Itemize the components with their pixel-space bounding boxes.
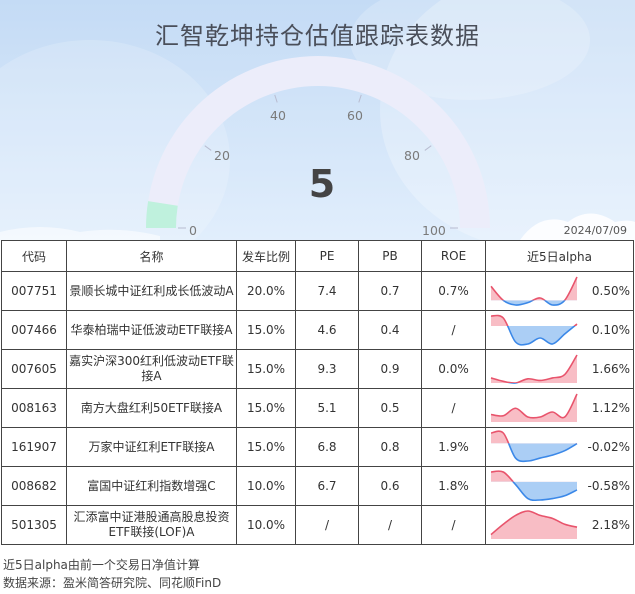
cell-name: 富国中证红利指数增强C: [66, 466, 237, 506]
column-header-roe: ROE: [421, 240, 486, 272]
table-header-row: 代码 名称 发车比例 PE PB ROE 近5日alpha: [1, 240, 634, 272]
cell-name: 嘉实沪深300红利低波动ETF联接A: [66, 349, 237, 389]
gauge-value: 5: [308, 162, 336, 206]
cell-pe: 9.3: [295, 349, 359, 389]
cell-pb: 0.8: [358, 427, 422, 467]
table-row: 501305 汇添富中证港股通高股息投资ETF联接(LOF)A 10.0% / //2.…: [1, 505, 634, 545]
gauge-tick-80: 80: [404, 148, 420, 163]
cell-code: 161907: [1, 427, 67, 467]
cell-ratio: 20.0%: [236, 271, 296, 311]
alpha-sparkline: [490, 470, 578, 502]
cell-alpha: 0.10%: [485, 310, 634, 350]
column-header-code: 代码: [1, 240, 67, 272]
column-header-ratio: 发车比例: [236, 240, 296, 272]
cell-name: 南方大盘红利50ETF联接A: [66, 388, 237, 428]
table-row: 007751 景顺长城中证红利成长低波动A 20.0% 7.4 0.7 0.7% 0.50%: [1, 271, 634, 311]
column-header-pb: PB: [358, 240, 422, 272]
holdings-table: 代码 名称 发车比例 PE PB ROE 近5日alpha 007751 景顺长城…: [1, 240, 634, 545]
cell-name: 汇添富中证港股通高股息投资ETF联接(LOF)A: [66, 505, 237, 545]
column-header-pe: PE: [295, 240, 359, 272]
alpha-value: 1.12%: [591, 401, 630, 415]
cell-code: 008163: [1, 388, 67, 428]
gauge-fill: [146, 201, 178, 228]
cell-alpha: 1.66%: [485, 349, 634, 389]
alpha-value: 1.66%: [591, 362, 630, 376]
alpha-sparkline: [490, 430, 578, 463]
cell-roe: 1.9%: [421, 427, 486, 467]
cell-ratio: 10.0%: [236, 466, 296, 506]
cell-code: 008682: [1, 466, 67, 506]
alpha-value: -0.02%: [587, 440, 630, 454]
cell-name: 华泰柏瑞中证低波动ETF联接A: [66, 310, 237, 350]
table-row: 008682 富国中证红利指数增强C 10.0% 6.7 0.6 1.8% -0.58%: [1, 466, 634, 506]
cell-roe: /: [421, 505, 486, 545]
gauge-tick-60: 60: [347, 108, 363, 123]
alpha-value: -0.58%: [587, 479, 630, 493]
gauge-tick-40: 40: [270, 108, 286, 123]
sparkline-negative-line: [491, 394, 577, 418]
cell-ratio: 15.0%: [236, 310, 296, 350]
cell-alpha: 2.18%: [485, 505, 634, 545]
alpha-value: 0.50%: [591, 284, 630, 298]
cell-ratio: 15.0%: [236, 427, 296, 467]
cell-pb: 0.9: [358, 349, 422, 389]
cell-code: 007466: [1, 310, 67, 350]
cell-roe: 0.7%: [421, 271, 486, 311]
alpha-value: 0.10%: [591, 323, 630, 337]
cell-pb: 0.5: [358, 388, 422, 428]
report-date: 2024/07/09: [563, 224, 627, 237]
gauge-tick-100: 100: [422, 223, 446, 238]
cell-ratio: 15.0%: [236, 349, 296, 389]
alpha-sparkline: [490, 393, 578, 422]
column-header-alpha: 近5日alpha: [485, 240, 634, 272]
table-row: 161907 万家中证红利ETF联接A 15.0% 6.8 0.8 1.9% -0.02%: [1, 427, 634, 467]
footnote-alpha: 近5日alpha由前一个交易日净值计算: [3, 558, 200, 572]
alpha-sparkline: [490, 354, 578, 384]
sparkline-positive-line: [490, 393, 578, 419]
column-header-name: 名称: [66, 240, 237, 272]
header-banner: 汇智乾坤持仓估值跟踪表数据 0 20 40 60 80 100 5 2024/0…: [0, 0, 635, 240]
sparkline-positive-area: [491, 511, 577, 539]
cell-ratio: 15.0%: [236, 388, 296, 428]
table-row: 007605 嘉实沪深300红利低波动ETF联接A 15.0% 9.3 0.9 0.0% 1…: [1, 349, 634, 389]
alpha-value: 2.18%: [591, 518, 630, 532]
cell-name: 景顺长城中证红利成长低波动A: [66, 271, 237, 311]
cell-pb: 0.6: [358, 466, 422, 506]
table-row: 008163 南方大盘红利50ETF联接A 15.0% 5.1 0.5/ 1.12%: [1, 388, 634, 428]
cell-alpha: -0.58%: [485, 466, 634, 506]
cell-pb: 0.7: [358, 271, 422, 311]
cell-roe: 1.8%: [421, 466, 486, 506]
alpha-sparkline: [490, 276, 578, 306]
cell-roe: /: [421, 388, 486, 428]
gauge-tick-0: 0: [189, 223, 197, 238]
cell-code: 007751: [1, 271, 67, 311]
cell-roe: 0.0%: [421, 349, 486, 389]
cell-pe: 6.7: [295, 466, 359, 506]
cell-pe: 6.8: [295, 427, 359, 467]
gauge-tick-20: 20: [214, 148, 230, 163]
cell-code: 501305: [1, 505, 67, 545]
cell-ratio: 10.0%: [236, 505, 296, 545]
cell-pb: 0.4: [358, 310, 422, 350]
footnote-source: 数据来源：盈米简答研究院、同花顺FinD: [3, 576, 222, 590]
cell-alpha: 0.50%: [485, 271, 634, 311]
cell-alpha: -0.02%: [485, 427, 634, 467]
cell-roe: /: [421, 310, 486, 350]
cell-code: 007605: [1, 349, 67, 389]
sparkline-negative-line: [502, 300, 566, 306]
cell-pe: /: [295, 505, 359, 545]
page-title: 汇智乾坤持仓估值跟踪表数据: [155, 22, 480, 50]
cell-alpha: 1.12%: [485, 388, 634, 428]
table-row: 007466 华泰柏瑞中证低波动ETF联接A 15.0% 4.6 0.4/ 0.10%: [1, 310, 634, 350]
alpha-sparkline: [490, 510, 578, 539]
cell-pe: 5.1: [295, 388, 359, 428]
alpha-sparkline: [490, 314, 578, 346]
cell-pe: 4.6: [295, 310, 359, 350]
cell-name: 万家中证红利ETF联接A: [66, 427, 237, 467]
cell-pb: /: [358, 505, 422, 545]
cell-pe: 7.4: [295, 271, 359, 311]
